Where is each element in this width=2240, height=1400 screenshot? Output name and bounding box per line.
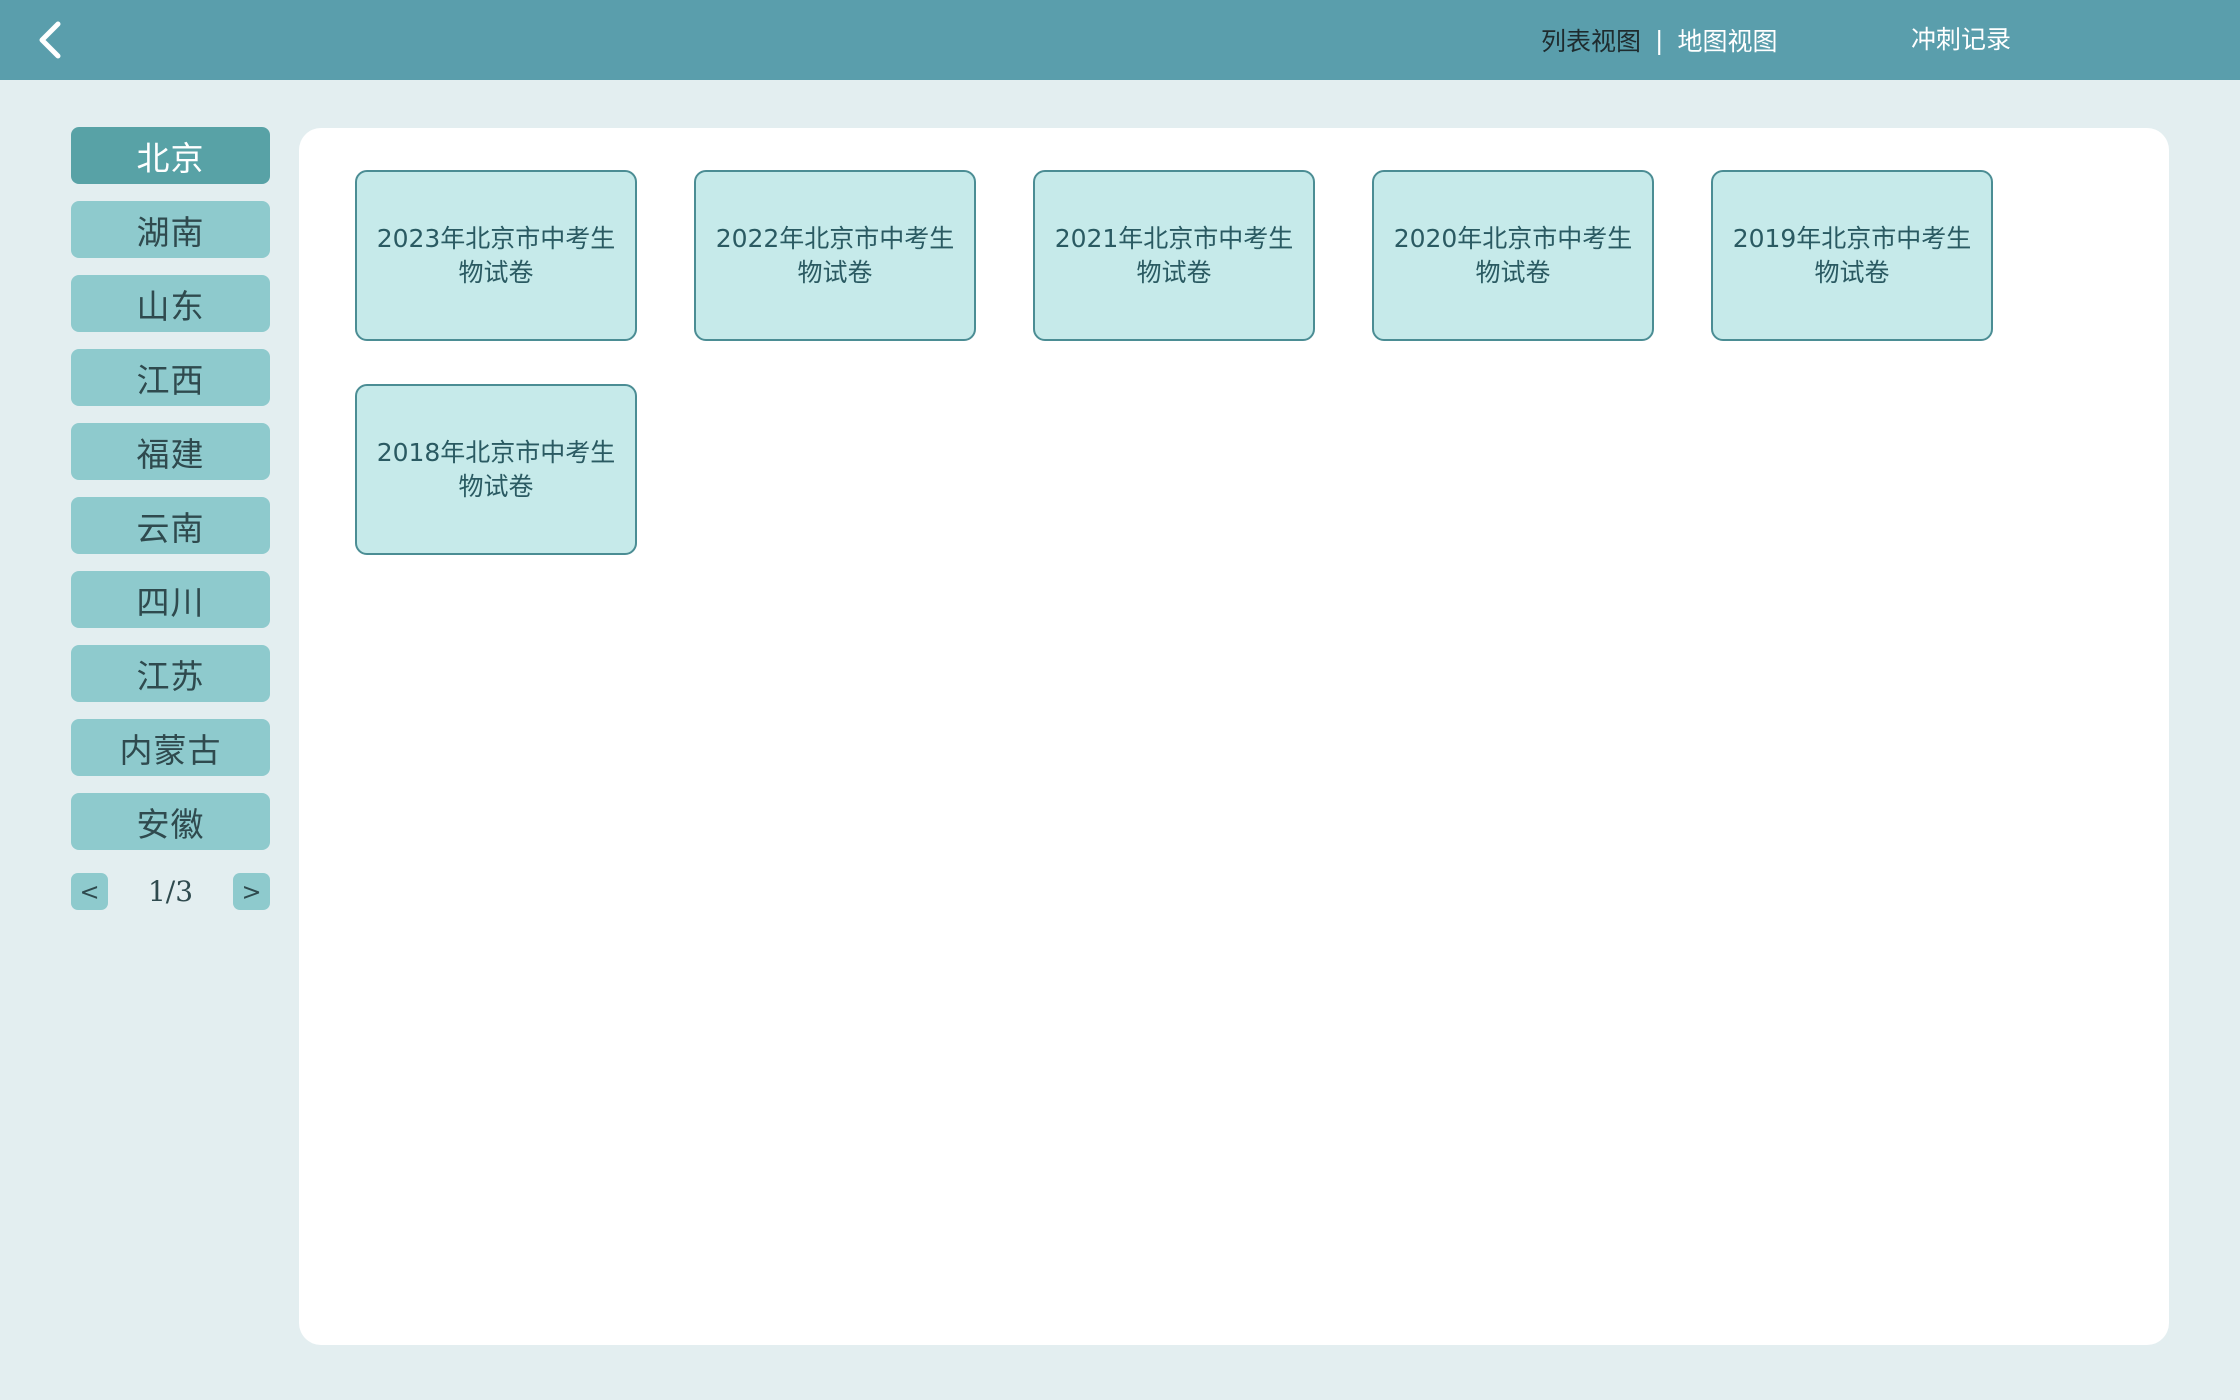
paper-list-panel: 2023年北京市中考生物试卷 2022年北京市中考生物试卷 2021年北京市中考…	[299, 128, 2169, 1345]
pager-next-button[interactable]: >	[233, 873, 270, 910]
paper-card[interactable]: 2021年北京市中考生物试卷	[1033, 170, 1315, 341]
view-switch: 列表视图 | 地图视图	[1541, 20, 1777, 60]
tab-map-view[interactable]: 地图视图	[1677, 22, 1777, 58]
paper-card-title: 2022年北京市中考生物试卷	[715, 223, 955, 287]
region-item-fujian[interactable]: 福建	[71, 423, 270, 480]
region-item-shandong[interactable]: 山东	[71, 275, 270, 332]
sprint-record-link[interactable]: 冲刺记录	[1911, 20, 2011, 60]
paper-card-title: 2020年北京市中考生物试卷	[1393, 223, 1633, 287]
paper-card[interactable]: 2023年北京市中考生物试卷	[355, 170, 637, 341]
paper-card[interactable]: 2019年北京市中考生物试卷	[1711, 170, 1993, 341]
pager-page-indicator: 1/3	[147, 875, 194, 908]
paper-card-title: 2018年北京市中考生物试卷	[376, 437, 616, 501]
paper-card[interactable]: 2022年北京市中考生物试卷	[694, 170, 976, 341]
region-item-neimenggu[interactable]: 内蒙古	[71, 719, 270, 776]
paper-card-title: 2021年北京市中考生物试卷	[1054, 223, 1294, 287]
region-item-beijing[interactable]: 北京	[71, 127, 270, 184]
paper-grid: 2023年北京市中考生物试卷 2022年北京市中考生物试卷 2021年北京市中考…	[355, 170, 2115, 555]
tab-separator: |	[1655, 25, 1664, 55]
paper-card[interactable]: 2018年北京市中考生物试卷	[355, 384, 637, 555]
paper-card-title: 2023年北京市中考生物试卷	[376, 223, 616, 287]
region-item-anhui[interactable]: 安徽	[71, 793, 270, 850]
chevron-left-icon	[39, 21, 61, 59]
tab-list-view[interactable]: 列表视图	[1541, 22, 1641, 58]
paper-card[interactable]: 2020年北京市中考生物试卷	[1372, 170, 1654, 341]
region-item-jiangxi[interactable]: 江西	[71, 349, 270, 406]
pager-prev-button[interactable]: <	[71, 873, 108, 910]
paper-card-title: 2019年北京市中考生物试卷	[1732, 223, 1972, 287]
region-item-jiangsu[interactable]: 江苏	[71, 645, 270, 702]
region-item-sichuan[interactable]: 四川	[71, 571, 270, 628]
region-item-hunan[interactable]: 湖南	[71, 201, 270, 258]
region-sidebar: 北京 湖南 山东 江西 福建 云南 四川 江苏 内蒙古 安徽	[71, 127, 270, 867]
top-bar: 列表视图 | 地图视图 冲刺记录	[0, 0, 2240, 80]
back-button[interactable]	[30, 18, 70, 62]
region-pager: < 1/3 >	[71, 873, 270, 911]
region-item-yunnan[interactable]: 云南	[71, 497, 270, 554]
